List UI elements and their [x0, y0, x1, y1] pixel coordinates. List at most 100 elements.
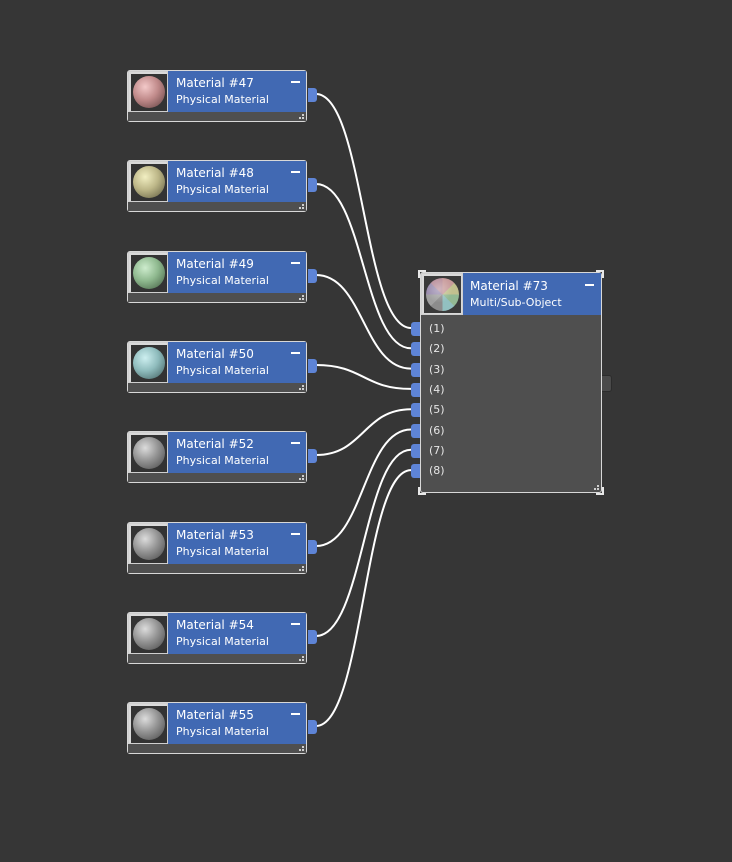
node-footer — [128, 293, 306, 302]
material-sphere-icon — [131, 74, 167, 111]
output-socket[interactable] — [308, 88, 317, 102]
material-node[interactable]: Material #55 Physical Material — [127, 702, 317, 754]
connection-wire[interactable] — [315, 408, 412, 456]
resize-grip-icon[interactable] — [297, 383, 304, 390]
node-subtitle: Physical Material — [176, 454, 269, 467]
wire-layer — [315, 93, 412, 727]
material-node[interactable]: Material #48 Physical Material — [127, 160, 317, 212]
input-socket[interactable] — [411, 382, 420, 397]
material-node[interactable]: Material #53 Physical Material — [127, 522, 317, 574]
node-header[interactable]: Material #50 Physical Material — [168, 342, 306, 383]
material-preview-thumbnail — [128, 432, 168, 473]
material-sphere-icon — [131, 255, 167, 292]
minimize-icon[interactable] — [291, 436, 301, 448]
input-slot[interactable]: (5) — [411, 400, 601, 420]
node-subtitle: Multi/Sub-Object — [470, 296, 562, 309]
material-sphere-icon — [131, 164, 167, 201]
node-header[interactable]: Material #48 Physical Material — [168, 161, 306, 202]
resize-grip-icon[interactable] — [297, 564, 304, 571]
resize-grip-icon[interactable] — [297, 112, 304, 119]
input-slot[interactable]: (2) — [411, 339, 601, 359]
resize-grip-icon[interactable] — [297, 654, 304, 661]
connection-wire[interactable] — [315, 274, 412, 370]
selection-bracket — [596, 270, 604, 278]
input-socket[interactable] — [411, 443, 420, 458]
input-slot[interactable]: (8) — [411, 461, 601, 481]
material-node[interactable]: Material #52 Physical Material — [127, 431, 317, 483]
output-socket[interactable] — [308, 178, 317, 192]
material-preview-thumbnail — [128, 161, 168, 202]
resize-grip-icon[interactable] — [297, 293, 304, 300]
connection-wire[interactable] — [315, 448, 412, 637]
node-footer — [128, 112, 306, 121]
resize-grip-icon[interactable] — [297, 202, 304, 209]
input-socket[interactable] — [411, 464, 420, 479]
material-preview-thumbnail — [421, 273, 463, 315]
node-footer — [128, 744, 306, 753]
material-preview-thumbnail — [128, 703, 168, 744]
connection-wire[interactable] — [315, 469, 412, 727]
input-socket[interactable] — [411, 423, 420, 438]
minimize-icon[interactable] — [291, 707, 301, 719]
node-header[interactable]: Material #52 Physical Material — [168, 432, 306, 473]
minimize-icon[interactable] — [291, 75, 301, 87]
input-socket[interactable] — [411, 342, 420, 357]
minimize-icon[interactable] — [585, 278, 595, 290]
material-sphere-icon — [131, 526, 167, 563]
minimize-icon[interactable] — [291, 346, 301, 358]
connection-wire[interactable] — [315, 93, 412, 329]
material-preview-thumbnail — [128, 342, 168, 383]
output-socket[interactable] — [308, 720, 317, 734]
node-title: Material #54 — [176, 618, 254, 632]
input-slot[interactable]: (3) — [411, 360, 601, 380]
node-footer — [128, 202, 306, 211]
input-socket[interactable] — [411, 403, 420, 418]
node-subtitle: Physical Material — [176, 274, 269, 287]
minimize-icon[interactable] — [291, 165, 301, 177]
material-node[interactable]: Material #50 Physical Material — [127, 341, 317, 393]
material-preview-thumbnail — [128, 252, 168, 293]
selection-bracket — [418, 487, 426, 495]
output-socket[interactable] — [308, 449, 317, 463]
node-header[interactable]: Material #49 Physical Material — [168, 252, 306, 293]
output-socket[interactable] — [308, 540, 317, 554]
output-socket[interactable] — [308, 359, 317, 373]
input-socket[interactable] — [411, 362, 420, 377]
resize-grip-icon[interactable] — [297, 744, 304, 751]
node-header[interactable]: Material #47 Physical Material — [168, 71, 306, 112]
node-header[interactable]: Material #54 Physical Material — [168, 613, 306, 654]
input-slot[interactable]: (7) — [411, 441, 601, 461]
connection-wire[interactable] — [315, 428, 412, 547]
material-node[interactable]: Material #49 Physical Material — [127, 251, 317, 303]
node-subtitle: Physical Material — [176, 183, 269, 196]
material-node[interactable]: Material #47 Physical Material — [127, 70, 317, 122]
input-slot[interactable]: (4) — [411, 380, 601, 400]
material-node[interactable]: Material #54 Physical Material — [127, 612, 317, 664]
node-header[interactable]: Material #55 Physical Material — [168, 703, 306, 744]
slot-label: (6) — [429, 423, 445, 437]
minimize-icon[interactable] — [291, 527, 301, 539]
material-preview-thumbnail — [128, 613, 168, 654]
minimize-icon[interactable] — [291, 617, 301, 629]
connection-wire[interactable] — [315, 364, 412, 390]
output-socket[interactable] — [308, 269, 317, 283]
node-header[interactable]: Material #53 Physical Material — [168, 523, 306, 564]
node-subtitle: Physical Material — [176, 93, 269, 106]
node-header[interactable]: Material #73 Multi/Sub-Object — [463, 273, 601, 315]
multi-material-sphere-icon — [424, 276, 461, 313]
node-subtitle: Physical Material — [176, 364, 269, 377]
node-subtitle: Physical Material — [176, 725, 269, 738]
output-socket[interactable] — [308, 630, 317, 644]
resize-grip-icon[interactable] — [297, 473, 304, 480]
minimize-icon[interactable] — [291, 256, 301, 268]
output-socket[interactable] — [602, 375, 612, 392]
input-slot[interactable]: (6) — [411, 421, 601, 441]
connection-wire[interactable] — [315, 183, 412, 350]
multi-sub-object-node[interactable]: Material #73 Multi/Sub-Object (1) (2) (3) (4)… — [411, 270, 612, 495]
node-subtitle: Physical Material — [176, 545, 269, 558]
slot-label: (3) — [429, 362, 445, 376]
node-footer — [128, 564, 306, 573]
slot-label: (1) — [429, 322, 445, 335]
input-slot[interactable]: (1) — [411, 319, 601, 339]
input-socket[interactable] — [411, 322, 420, 336]
